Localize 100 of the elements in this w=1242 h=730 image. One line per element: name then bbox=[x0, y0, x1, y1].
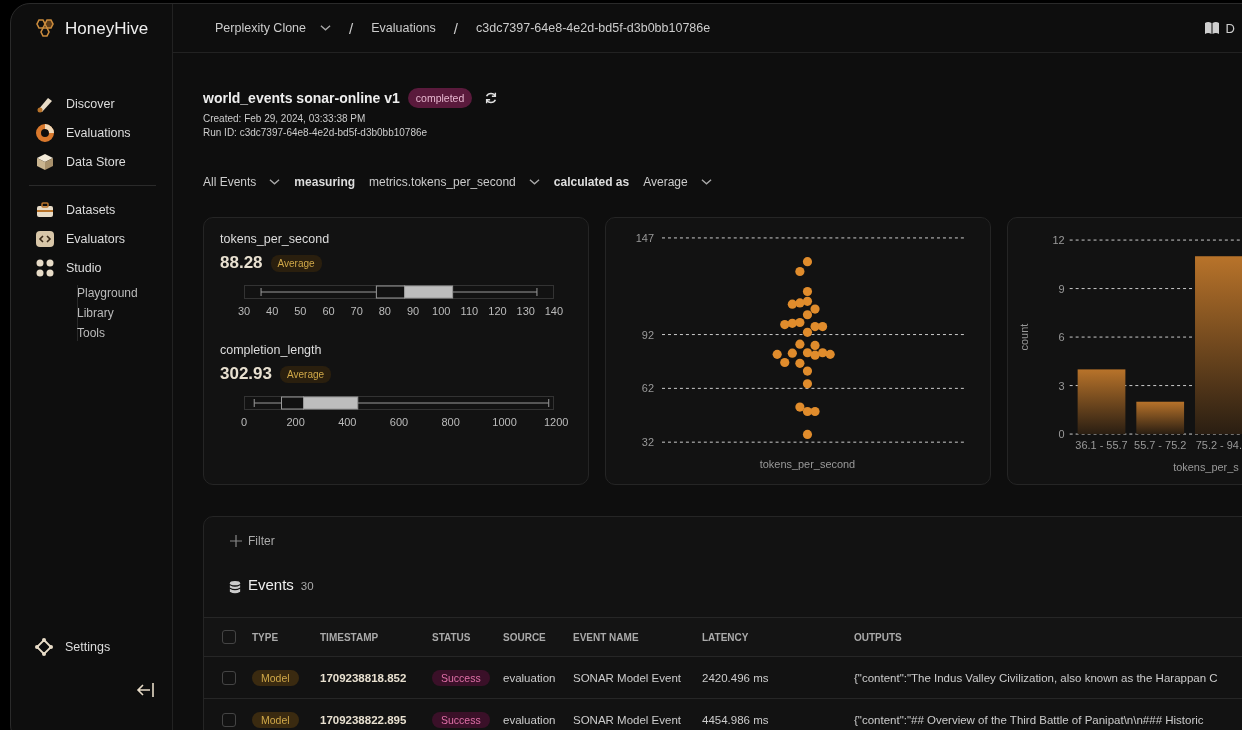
subnav-item[interactable]: Tools bbox=[77, 325, 105, 341]
x-axis-label: tokens_per_s bbox=[1173, 460, 1239, 473]
axis-tick-label: 400 bbox=[337, 416, 358, 428]
table-cell-text: 1709238822.895 bbox=[320, 713, 408, 726]
settings-icon bbox=[34, 636, 54, 657]
subnav-item[interactable]: Playground bbox=[77, 285, 138, 301]
table-cell-text: {"content":"The Indus Valley Civilization, also known as the Harappan C bbox=[854, 671, 1219, 684]
axis-tick-label: 140 bbox=[543, 305, 564, 317]
axis-tick-label: 9 bbox=[1058, 282, 1065, 295]
table-cell-text: SONAR Model Event bbox=[573, 713, 682, 726]
project-dropdown[interactable]: Perplexity Clone bbox=[215, 21, 331, 35]
column-header[interactable]: LATENCY bbox=[702, 631, 854, 643]
axis-tick-label: 3 bbox=[1058, 379, 1065, 392]
row-checkbox[interactable] bbox=[222, 712, 236, 727]
table-cell-text: evaluation bbox=[503, 713, 557, 726]
row-checkbox[interactable] bbox=[222, 670, 236, 685]
run-id: Run ID: c3dc7397-64e8-4e2d-bd5f-d3b0bb10786e bbox=[203, 127, 429, 138]
cube-icon bbox=[35, 151, 55, 172]
metric-value: 302.93 bbox=[220, 364, 272, 384]
grid-dots-icon bbox=[35, 257, 55, 278]
calculated-as-label: calculated as bbox=[553, 175, 630, 189]
type-badge: Model bbox=[252, 669, 299, 686]
y-axis-label: count bbox=[1017, 323, 1030, 351]
metric-dropdown[interactable]: metrics.tokens_per_second bbox=[369, 175, 540, 189]
column-header[interactable]: EVENT NAME bbox=[573, 631, 702, 643]
scope-dropdown[interactable]: All Events bbox=[203, 175, 281, 189]
aggregate-badge: Average bbox=[270, 254, 322, 272]
breadcrumb-link[interactable]: Evaluations bbox=[371, 21, 436, 35]
category-label: 36.1 - 55.7 bbox=[1075, 439, 1128, 451]
axis-tick-label: 6 bbox=[1058, 331, 1065, 344]
filter-button[interactable]: Filter bbox=[230, 534, 275, 548]
briefcase-icon bbox=[35, 199, 55, 220]
chevron-down-icon bbox=[320, 24, 331, 32]
measuring-label: measuring bbox=[294, 175, 356, 189]
brand-name: HoneyHive bbox=[65, 19, 149, 39]
refresh-icon[interactable] bbox=[484, 91, 499, 105]
category-label: 75.2 - 94. bbox=[1195, 439, 1242, 451]
axis-tick-label: 32 bbox=[641, 436, 655, 449]
nav-item[interactable]: Discover bbox=[35, 92, 115, 115]
nav-item[interactable]: Evaluators bbox=[35, 227, 126, 250]
nav-item[interactable]: Data Store bbox=[35, 150, 126, 173]
breadcrumb-separator: / bbox=[453, 19, 458, 37]
column-header[interactable]: TIMESTAMP bbox=[320, 631, 432, 643]
run-title: world_events sonar-online v1 bbox=[203, 90, 400, 106]
chevron-down-icon bbox=[528, 178, 540, 186]
type-badge: Model bbox=[252, 711, 299, 728]
nav-item[interactable]: Studio bbox=[35, 256, 102, 279]
axis-tick-label: 0 bbox=[239, 416, 249, 428]
donut-icon bbox=[35, 122, 55, 143]
code-icon bbox=[35, 228, 55, 249]
database-icon bbox=[229, 579, 241, 595]
axis-tick-label: 40 bbox=[265, 305, 280, 317]
axis-tick-label: 30 bbox=[236, 305, 252, 317]
collapse-sidebar-icon[interactable] bbox=[136, 680, 156, 700]
table-cell-text: 4454.986 ms bbox=[702, 713, 770, 726]
axis-tick-label: 120 bbox=[487, 305, 508, 317]
axis-tick-label: 80 bbox=[377, 305, 392, 317]
aggregate-badge: Average bbox=[280, 365, 332, 383]
column-header[interactable]: OUTPUTS bbox=[854, 631, 1242, 643]
table-cell-text: 1709238818.852 bbox=[320, 671, 408, 684]
breadcrumb-separator: / bbox=[349, 19, 354, 37]
chevron-down-icon bbox=[269, 178, 281, 186]
docs-link[interactable]: D bbox=[1203, 20, 1235, 36]
status-badge: Success bbox=[432, 669, 490, 686]
status-badge: completed bbox=[407, 88, 473, 108]
table-cell-text: 2420.496 ms bbox=[702, 671, 770, 684]
aggregation-dropdown[interactable]: Average bbox=[643, 175, 712, 189]
plus-icon bbox=[230, 535, 242, 547]
axis-label: tokens_per_second bbox=[759, 458, 856, 471]
axis-tick-label: 62 bbox=[641, 382, 655, 395]
axis-tick-label: 200 bbox=[285, 416, 306, 428]
axis-tick-label: 100 bbox=[431, 305, 452, 317]
metric-value: 88.28 bbox=[220, 253, 263, 273]
nav-item[interactable]: Datasets bbox=[35, 198, 116, 221]
select-all-checkbox[interactable] bbox=[222, 630, 236, 644]
axis-tick-label: 800 bbox=[440, 416, 461, 428]
breadcrumb-current: c3dc7397-64e8-4e2d-bd5f-d3b0bb10786e bbox=[476, 21, 711, 35]
column-header[interactable]: SOURCE bbox=[503, 631, 573, 643]
category-label: 55.7 - 75.2 bbox=[1134, 439, 1187, 451]
axis-tick-label: 92 bbox=[641, 328, 655, 341]
axis-tick-label: 50 bbox=[293, 305, 308, 317]
axis-tick-label: 90 bbox=[405, 305, 421, 317]
axis-tick-label: 147 bbox=[635, 231, 655, 244]
subnav-item[interactable]: Library bbox=[77, 305, 114, 321]
axis-tick-label: 12 bbox=[1052, 234, 1065, 247]
events-title: Events bbox=[248, 576, 294, 593]
nav-item[interactable]: Evaluations bbox=[35, 121, 131, 144]
column-header[interactable]: STATUS bbox=[432, 631, 503, 643]
axis-tick-label: 70 bbox=[349, 305, 364, 317]
status-badge: Success bbox=[432, 711, 490, 728]
axis-tick-label: 110 bbox=[459, 305, 480, 317]
events-count: 30 bbox=[300, 580, 314, 592]
column-header[interactable]: TYPE bbox=[252, 631, 320, 643]
axis-tick-label: 60 bbox=[321, 305, 336, 317]
table-cell-text: {"content":"## Overview of the Third Battle of Panipat\n\n### Historic bbox=[854, 713, 1205, 726]
axis-tick-label: 0 bbox=[1058, 428, 1065, 441]
settings-item[interactable]: Settings bbox=[34, 635, 111, 658]
book-icon bbox=[1203, 21, 1220, 35]
axis-tick-label: 600 bbox=[388, 416, 409, 428]
created-date: Created: Feb 29, 2024, 03:33:38 PM bbox=[203, 113, 367, 124]
